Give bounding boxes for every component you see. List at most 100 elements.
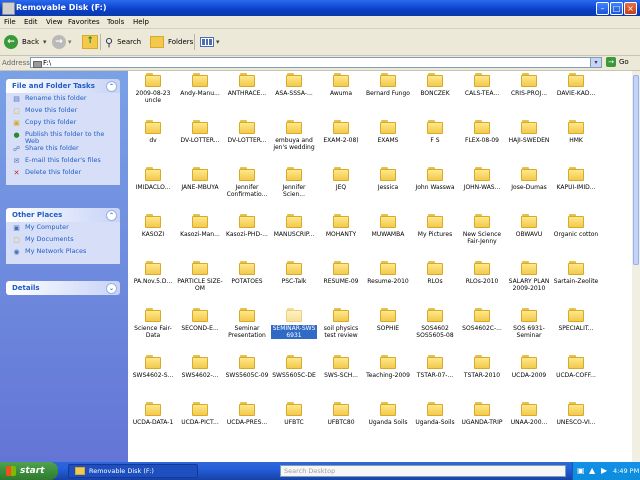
forward-dropdown-icon[interactable]: ▾	[68, 38, 72, 46]
folder-item[interactable]: Jennifer Scien...	[271, 167, 317, 198]
search-button[interactable]: ⚲ Search	[105, 33, 141, 51]
folder-item[interactable]: PA.Nov.5.D...	[130, 261, 176, 285]
folder-item[interactable]: UCDA-COFF...	[553, 355, 599, 379]
folder-item[interactable]: Resume-2010	[365, 261, 411, 285]
folder-item[interactable]: Kasozi-PHD-...	[224, 214, 270, 238]
folder-item[interactable]: DAVIE-KAD...	[553, 73, 599, 97]
tray-network-icon[interactable]: ▣	[577, 466, 585, 475]
up-folder-button[interactable]: ↑	[82, 33, 98, 51]
folder-item[interactable]: UCDA-PICT...	[177, 402, 223, 426]
folder-item[interactable]: EXAMS	[365, 120, 411, 144]
folder-item[interactable]: FLEX-08-09	[459, 120, 505, 144]
folder-item[interactable]: SWS4602-...	[177, 355, 223, 379]
folder-item[interactable]: BONCZEK	[412, 73, 458, 97]
folder-item[interactable]: KAPUI-IMID...	[553, 167, 599, 191]
collapse-chevron-icon[interactable]: ⌃	[106, 210, 117, 221]
folder-item[interactable]: DV-LOTTER...	[224, 120, 270, 144]
folder-item[interactable]: CRIS-PROJ...	[506, 73, 552, 97]
folder-item[interactable]: Awuma	[318, 73, 364, 97]
folder-item[interactable]: MUWAMBA	[365, 214, 411, 238]
folder-item[interactable]: Science Fair-Data	[130, 308, 176, 339]
folder-item[interactable]: JOHN-WAS...	[459, 167, 505, 191]
folder-item[interactable]: Sartain-Zeolite	[553, 261, 599, 285]
folder-item[interactable]: MANUSCRIP...	[271, 214, 317, 238]
minimize-button[interactable]: –	[596, 2, 609, 15]
folder-item[interactable]: Seminar Presentation	[224, 308, 270, 339]
folder-item[interactable]: EXAM-2-08)	[318, 120, 364, 144]
clock[interactable]: 4:49 PM	[613, 467, 639, 475]
folder-item[interactable]: SOS 6931-Seminar	[506, 308, 552, 339]
folder-item[interactable]: IMIDACLO...	[130, 167, 176, 191]
tray-shield-icon[interactable]: ▲	[589, 466, 595, 475]
place-my-network-places[interactable]: ◉ My Network Places	[12, 248, 116, 260]
folder-item[interactable]: ASA-SSSA-...	[271, 73, 317, 97]
folder-item[interactable]: dv	[130, 120, 176, 144]
folder-item[interactable]: UFBTC80	[318, 402, 364, 426]
vertical-scrollbar[interactable]	[632, 71, 640, 462]
menu-favorites[interactable]: Favorites	[68, 18, 100, 26]
folder-item[interactable]: SOS4602 SOS5605-08	[412, 308, 458, 339]
folder-item[interactable]: My Pictures	[412, 214, 458, 238]
folder-item[interactable]: SWS-SCH...	[318, 355, 364, 379]
folder-item[interactable]: PARTICLE SIZE-OM	[177, 261, 223, 292]
folder-item[interactable]: Uganda-Soils	[412, 402, 458, 426]
folder-item[interactable]: HAJI-SWEDEN	[506, 120, 552, 144]
folder-item[interactable]: RLOs-2010	[459, 261, 505, 285]
folder-item[interactable]: SALARY PLAN 2009-2010	[506, 261, 552, 292]
folder-item[interactable]: JEQ	[318, 167, 364, 191]
folder-item[interactable]: PSC-Talk	[271, 261, 317, 285]
address-dropdown-icon[interactable]: ▾	[590, 58, 601, 67]
folder-item[interactable]: UNAA-200...	[506, 402, 552, 426]
forward-button[interactable]: → ▾	[52, 33, 72, 51]
folder-item[interactable]: SWS4602-S...	[130, 355, 176, 379]
back-button[interactable]: ← Back ▾	[4, 33, 47, 51]
folder-item[interactable]: UCDA-PRES...	[224, 402, 270, 426]
address-input[interactable]: F:\ ▾	[30, 57, 602, 68]
folder-item[interactable]: TSTAR-07-...	[412, 355, 458, 379]
folder-item[interactable]: HMK	[553, 120, 599, 144]
menu-view[interactable]: View	[46, 18, 63, 26]
folder-item[interactable]: Uganda Soils	[365, 402, 411, 426]
folder-item[interactable]: SWS5605C-DE	[271, 355, 317, 379]
task-delete-folder[interactable]: ✕ Delete this folder	[12, 169, 116, 181]
go-button[interactable]: → Go	[606, 57, 629, 67]
folder-item[interactable]: RLOs	[412, 261, 458, 285]
task-publish-folder[interactable]: ● Publish this folder to the Web	[12, 131, 116, 145]
folder-item[interactable]: SOS4602C-...	[459, 308, 505, 332]
folder-item[interactable]: SPECIALIT...	[553, 308, 599, 332]
folder-item[interactable]: Jennifer Confirmatio...	[224, 167, 270, 198]
folder-item[interactable]: Jessica	[365, 167, 411, 191]
folder-item[interactable]: CALS-TEA...	[459, 73, 505, 97]
folder-item[interactable]: 2009-08-23 uncle	[130, 73, 176, 104]
views-button[interactable]: ▾	[200, 33, 220, 51]
folder-item[interactable]: Andy-Manu...	[177, 73, 223, 97]
desktop-search-input[interactable]: Search Desktop	[280, 465, 566, 477]
folder-item[interactable]: POTATOES	[224, 261, 270, 285]
folder-item[interactable]: embuya and jen's wedding	[271, 120, 317, 151]
folder-item[interactable]: UCDA-DATA-1	[130, 402, 176, 426]
folder-item[interactable]: SECOND-E...	[177, 308, 223, 332]
folders-button[interactable]: Folders	[150, 33, 193, 51]
collapse-chevron-icon[interactable]: ⌃	[106, 81, 117, 92]
folder-item[interactable]: SOPHIE	[365, 308, 411, 332]
folder-item[interactable]: Organic cotton	[553, 214, 599, 238]
title-bar[interactable]: Removable Disk (F:) – □ ×	[0, 0, 640, 16]
folder-item[interactable]: Kasozi-Man...	[177, 214, 223, 238]
folder-item[interactable]: F S	[412, 120, 458, 144]
scrollbar-thumb[interactable]	[633, 75, 639, 265]
folder-item[interactable]: UNESCO-VI...	[553, 402, 599, 426]
folder-item[interactable]: UGANDA-TRIP	[459, 402, 505, 426]
taskbar-window-button[interactable]: Removable Disk (F:)	[68, 464, 198, 478]
folder-item[interactable]: JANE-MBUYA	[177, 167, 223, 191]
folder-item[interactable]: UCDA-2009	[506, 355, 552, 379]
maximize-button[interactable]: □	[610, 2, 623, 15]
close-button[interactable]: ×	[624, 2, 637, 15]
folder-item[interactable]: TSTAR-2010	[459, 355, 505, 379]
folder-item[interactable]: Teaching-2009	[365, 355, 411, 379]
folder-item[interactable]: KASOZI	[130, 214, 176, 238]
folder-item[interactable]: Bernard Fungo	[365, 73, 411, 97]
folder-item[interactable]: New Science Fair-Jenny	[459, 214, 505, 245]
back-dropdown-icon[interactable]: ▾	[43, 38, 47, 46]
folder-item[interactable]: John Wasswa	[412, 167, 458, 191]
menu-tools[interactable]: Tools	[107, 18, 124, 26]
